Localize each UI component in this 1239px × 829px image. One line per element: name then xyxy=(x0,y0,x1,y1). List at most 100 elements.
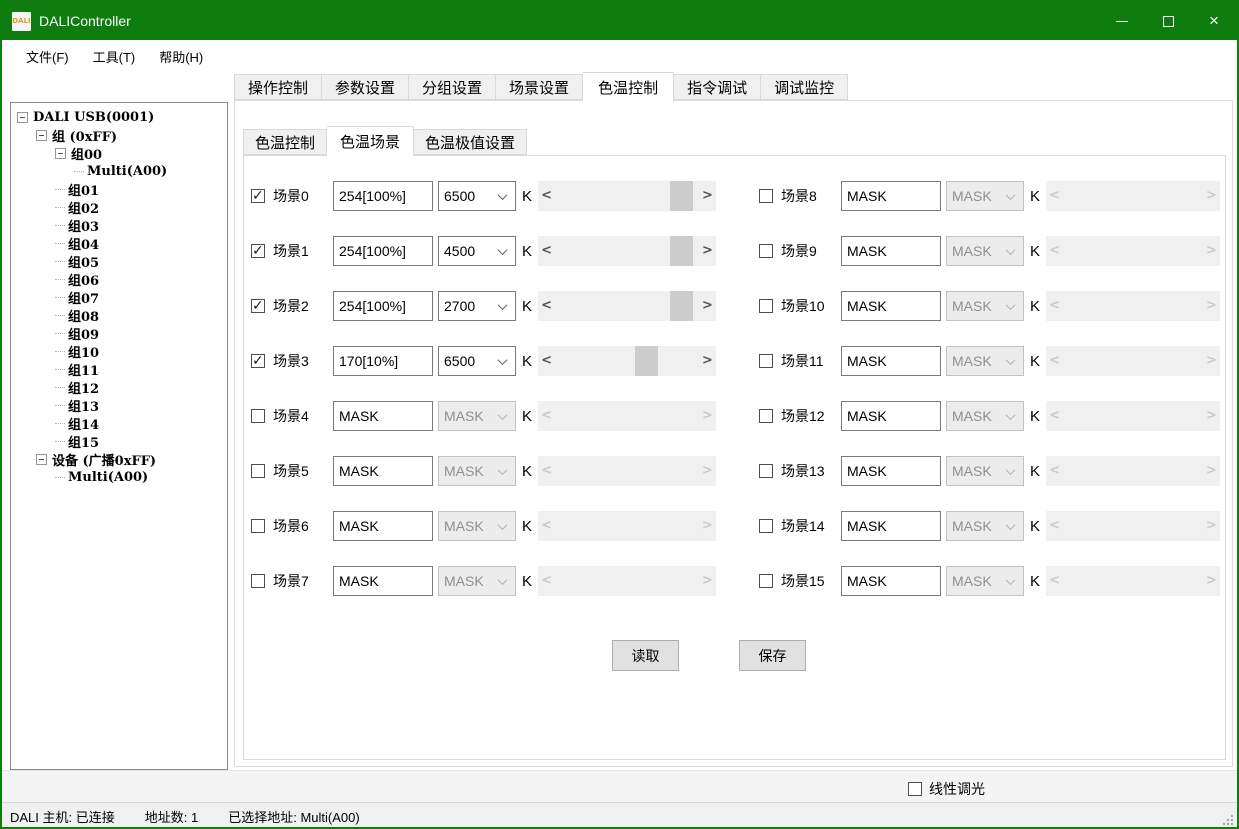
close-button[interactable]: × xyxy=(1191,2,1237,40)
color-temp-scrollbar[interactable]: < > xyxy=(538,346,716,376)
tree-item[interactable]: 组06 xyxy=(11,270,227,288)
scene-kelvin-select[interactable]: 6500 xyxy=(438,181,516,211)
color-temp-scrollbar[interactable]: < > xyxy=(538,181,716,211)
tab-1[interactable]: 参数设置 xyxy=(322,74,409,100)
tree-expander-icon[interactable] xyxy=(36,454,47,465)
linear-dimming-checkbox[interactable] xyxy=(908,782,922,796)
scene-checkbox[interactable] xyxy=(251,354,265,368)
scene-checkbox[interactable] xyxy=(251,409,265,423)
save-button[interactable]: 保存 xyxy=(739,640,806,671)
scrollbar-right-arrow[interactable]: > xyxy=(699,236,716,266)
tab-5[interactable]: 指令调试 xyxy=(674,74,761,100)
tree-item[interactable]: DALI USB(0001) xyxy=(11,108,227,126)
scrollbar-thumb[interactable] xyxy=(670,291,693,321)
tree-item[interactable]: 组05 xyxy=(11,252,227,270)
scene-checkbox[interactable] xyxy=(759,244,773,258)
tree-item[interactable]: 组 (0xFF) xyxy=(11,126,227,144)
scene-level-input[interactable] xyxy=(333,511,433,541)
scene-level-input[interactable] xyxy=(333,291,433,321)
scene-level-input[interactable] xyxy=(333,181,433,211)
close-icon: × xyxy=(1209,11,1219,31)
scrollbar-left-arrow[interactable]: < xyxy=(538,181,555,211)
tree-item[interactable]: Multi(A00) xyxy=(11,162,227,180)
scrollbar-thumb[interactable] xyxy=(635,346,658,376)
tree-item[interactable]: 组15 xyxy=(11,432,227,450)
menu-item[interactable]: 文件(F) xyxy=(14,41,81,72)
tree-item[interactable]: 组00 xyxy=(11,144,227,162)
scene-checkbox[interactable] xyxy=(759,519,773,533)
scene-checkbox[interactable] xyxy=(251,189,265,203)
tree-item[interactable]: 组10 xyxy=(11,342,227,360)
scene-kelvin-select[interactable]: 6500 xyxy=(438,346,516,376)
maximize-button[interactable] xyxy=(1145,2,1191,40)
subtab-0[interactable]: 色温控制 xyxy=(243,129,327,155)
scene-level-input[interactable] xyxy=(841,511,941,541)
scene-checkbox[interactable] xyxy=(759,409,773,423)
scene-checkbox[interactable] xyxy=(759,574,773,588)
tab-4[interactable]: 色温控制 xyxy=(583,72,674,102)
tree-expander-icon[interactable] xyxy=(17,112,28,123)
scene-checkbox[interactable] xyxy=(759,189,773,203)
scene-level-input[interactable] xyxy=(841,291,941,321)
scene-level-input[interactable] xyxy=(841,181,941,211)
scrollbar-left-arrow[interactable]: < xyxy=(538,291,555,321)
scene-checkbox[interactable] xyxy=(759,464,773,478)
tree-item[interactable]: 组02 xyxy=(11,198,227,216)
color-temp-scrollbar[interactable]: < > xyxy=(538,236,716,266)
scene-checkbox[interactable] xyxy=(251,299,265,313)
scrollbar-thumb[interactable] xyxy=(670,236,693,266)
tab-0[interactable]: 操作控制 xyxy=(234,74,322,100)
scene-level-input[interactable] xyxy=(841,566,941,596)
scene-kelvin-select[interactable]: 2700 xyxy=(438,291,516,321)
tree-item[interactable]: 组04 xyxy=(11,234,227,252)
tree-item[interactable]: 组12 xyxy=(11,378,227,396)
scene-level-input[interactable] xyxy=(841,456,941,486)
scene-level-input[interactable] xyxy=(841,401,941,431)
scene-checkbox[interactable] xyxy=(251,519,265,533)
tab-2[interactable]: 分组设置 xyxy=(409,74,496,100)
scene-level-input[interactable] xyxy=(333,401,433,431)
tab-3[interactable]: 场景设置 xyxy=(496,74,583,100)
tree-expander-icon[interactable] xyxy=(55,148,66,159)
tree-item[interactable]: 组01 xyxy=(11,180,227,198)
subtab-2[interactable]: 色温极值设置 xyxy=(414,129,527,155)
tree-item[interactable]: 设备 (广播0xFF) xyxy=(11,450,227,468)
scrollbar-right-arrow[interactable]: > xyxy=(699,346,716,376)
read-button[interactable]: 读取 xyxy=(612,640,679,671)
scene-level-input[interactable] xyxy=(333,456,433,486)
tree-item[interactable]: 组07 xyxy=(11,288,227,306)
scene-level-input[interactable] xyxy=(333,566,433,596)
device-tree[interactable]: DALI USB(0001)组 (0xFF)组00Multi(A00)组01组0… xyxy=(10,102,228,770)
tree-item[interactable]: 组09 xyxy=(11,324,227,342)
scrollbar-left-arrow[interactable]: < xyxy=(538,236,555,266)
tree-item[interactable]: 组13 xyxy=(11,396,227,414)
scene-checkbox[interactable] xyxy=(251,574,265,588)
scene-level-input[interactable] xyxy=(841,236,941,266)
tree-expander-icon[interactable] xyxy=(36,130,47,141)
scene-level-input[interactable] xyxy=(841,346,941,376)
scene-checkbox[interactable] xyxy=(759,354,773,368)
tree-item[interactable]: 组14 xyxy=(11,414,227,432)
resize-grip[interactable] xyxy=(1223,815,1233,825)
menu-item[interactable]: 工具(T) xyxy=(81,41,148,72)
scene-kelvin-select: MASK xyxy=(946,511,1024,541)
scrollbar-thumb[interactable] xyxy=(670,181,693,211)
tree-item[interactable]: 组03 xyxy=(11,216,227,234)
menu-item[interactable]: 帮助(H) xyxy=(147,41,215,72)
tree-item[interactable]: 组11 xyxy=(11,360,227,378)
scene-level-input[interactable] xyxy=(333,346,433,376)
scene-checkbox[interactable] xyxy=(759,299,773,313)
minimize-button[interactable] xyxy=(1099,2,1145,40)
scene-checkbox[interactable] xyxy=(251,464,265,478)
tab-6[interactable]: 调试监控 xyxy=(761,74,848,100)
tree-item[interactable]: 组08 xyxy=(11,306,227,324)
scene-level-input[interactable] xyxy=(333,236,433,266)
color-temp-scrollbar[interactable]: < > xyxy=(538,291,716,321)
scene-checkbox[interactable] xyxy=(251,244,265,258)
subtab-1[interactable]: 色温场景 xyxy=(327,126,414,156)
scrollbar-right-arrow[interactable]: > xyxy=(699,181,716,211)
scrollbar-left-arrow[interactable]: < xyxy=(538,346,555,376)
tree-item[interactable]: Multi(A00) xyxy=(11,468,227,486)
scene-kelvin-select[interactable]: 4500 xyxy=(438,236,516,266)
scrollbar-right-arrow[interactable]: > xyxy=(699,291,716,321)
